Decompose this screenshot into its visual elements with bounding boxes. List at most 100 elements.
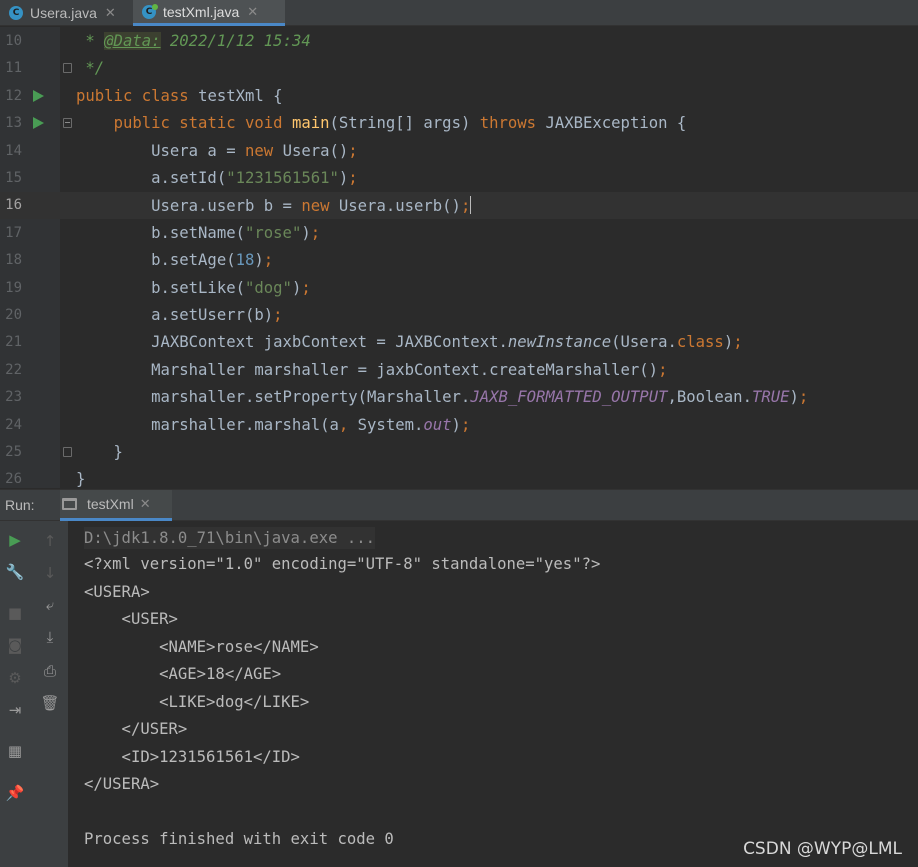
layout-icon[interactable]: ▦ — [5, 741, 25, 761]
console-output-line: </USERA> — [84, 775, 160, 793]
login-icon[interactable]: ⇥ — [5, 700, 25, 720]
settings-gear-icon[interactable]: ⚙ — [5, 668, 25, 688]
close-icon[interactable]: ✕ — [105, 5, 116, 21]
code-text: a.setId("1231561561"); — [76, 169, 358, 187]
console-output-line: </USER> — [84, 720, 188, 738]
code-line[interactable]: 10 * @Data: 2022/1/12 15:34 — [0, 28, 918, 55]
run-label: Run: — [5, 497, 35, 513]
trash-icon[interactable]: 🗑 — [40, 693, 60, 713]
tab-usera-java[interactable]: C Usera.java ✕ — [0, 0, 130, 26]
console-output-line: <USER> — [84, 610, 178, 628]
wrench-icon[interactable]: 🔧 — [5, 562, 25, 582]
code-line[interactable]: 25 } — [0, 439, 918, 466]
line-number: 25 — [5, 444, 22, 460]
code-line[interactable]: 14 Usera a = new Usera(); — [0, 138, 918, 165]
up-arrow-icon[interactable]: ↑ — [40, 531, 60, 551]
code-text: JAXBContext jaxbContext = JAXBContext.ne… — [76, 333, 743, 352]
run-tab-label: testXml — [87, 496, 134, 512]
code-text: public static void main(String[] args) t… — [113, 114, 687, 133]
camera-icon[interactable]: ◙ — [5, 635, 25, 655]
console-actions-toolbar: ↑ ↓ ⤶ ⤓ ⎙ 🗑 — [31, 521, 69, 867]
line-number: 24 — [5, 416, 22, 433]
line-number: 22 — [5, 361, 22, 378]
tab-label: testXml.java — [163, 3, 240, 20]
watermark: CSDN @WYP@LML — [743, 839, 902, 859]
line-number: 17 — [5, 224, 22, 241]
console-output-line: <AGE>18</AGE> — [84, 665, 282, 683]
close-icon[interactable]: ✕ — [140, 496, 151, 512]
console-output-line: <NAME>rose</NAME> — [84, 637, 319, 656]
close-icon[interactable]: ✕ — [247, 4, 258, 20]
line-number: 15 — [5, 170, 22, 186]
line-number: 10 — [5, 33, 22, 49]
code-line[interactable]: 22 Marshaller marshaller = jaxbContext.c… — [0, 357, 918, 384]
code-text: marshaller.marshal(a, System.out); — [76, 415, 471, 434]
tab-testxml-java[interactable]: C testXml.java ✕ — [133, 0, 285, 26]
code-line[interactable]: 17 b.setName("rose"); — [0, 220, 918, 247]
code-line[interactable]: 16 Usera.userb b = new Usera.userb(); — [0, 192, 918, 220]
run-gutter-icon[interactable] — [33, 89, 44, 102]
code-editor[interactable]: 10 * @Data: 2022/1/12 15:34 11 */12 public… — [0, 27, 918, 488]
rerun-icon[interactable]: ▶ — [5, 530, 25, 550]
line-number: 19 — [5, 279, 22, 296]
line-number: 13 — [5, 115, 22, 132]
code-line[interactable]: 18 b.setAge(18); — [0, 247, 918, 274]
console-output-line: <ID>1231561561</ID> — [84, 747, 300, 766]
text-caret — [470, 196, 472, 215]
code-line[interactable]: 12 public class testXml { — [0, 83, 918, 110]
line-number: 20 — [5, 307, 22, 323]
print-icon[interactable]: ⎙ — [40, 661, 60, 681]
console-output-line: <?xml version="1.0" encoding="UTF-8" sta… — [84, 555, 601, 573]
code-line[interactable]: 26} — [0, 466, 918, 488]
line-number: 11 — [5, 60, 22, 77]
tab-label: Usera.java — [30, 5, 97, 21]
code-text: a.setUserr(b); — [76, 306, 283, 324]
code-text: marshaller.setProperty(Marshaller.JAXB_F… — [76, 388, 809, 407]
line-number: 23 — [5, 389, 22, 406]
stop-icon[interactable]: ■ — [5, 603, 25, 623]
run-actions-toolbar: ▶ 🔧 ■ ◙ ⚙ ⇥ ▦ 📌 — [0, 521, 32, 867]
code-line[interactable]: 21 JAXBContext jaxbContext = JAXBContext… — [0, 329, 918, 356]
code-text: */ — [76, 59, 105, 78]
console-output-line: <LIKE>dog</LIKE> — [84, 692, 310, 711]
console-command-line[interactable]: D:\jdk1.8.0_71\bin\java.exe ... — [84, 527, 376, 549]
fold-marker-icon[interactable] — [63, 63, 72, 74]
code-text: * @Data: 2022/1/12 15:34 — [76, 32, 311, 50]
down-arrow-icon[interactable]: ↓ — [40, 563, 60, 583]
line-number: 12 — [5, 87, 22, 104]
code-line[interactable]: 23 marshaller.setProperty(Marshaller.JAX… — [0, 384, 918, 411]
line-number: 16 — [5, 197, 22, 214]
fold-marker-icon[interactable] — [63, 447, 72, 457]
run-gutter-icon[interactable] — [33, 117, 44, 130]
code-text: Usera.userb b = new Usera.userb(); — [76, 196, 472, 216]
scroll-to-end-icon[interactable]: ⤓ — [40, 627, 60, 647]
code-text: Usera a = new Usera(); — [76, 141, 358, 160]
code-line[interactable]: 24 marshaller.marshal(a, System.out); — [0, 412, 918, 439]
console-icon — [62, 498, 77, 510]
line-number: 18 — [5, 252, 22, 269]
java-runnable-class-icon: C — [142, 3, 158, 19]
run-console-output[interactable]: D:\jdk1.8.0_71\bin\java.exe ... <?xml ve… — [69, 521, 918, 867]
code-text: } — [76, 470, 86, 488]
code-line[interactable]: 20 a.setUserr(b); — [0, 302, 918, 329]
code-line[interactable]: 19 b.setLike("dog"); — [0, 275, 918, 302]
pin-icon[interactable]: 📌 — [5, 783, 25, 803]
java-class-icon: C — [9, 6, 23, 20]
code-line[interactable]: 13 public static void main(String[] args… — [0, 110, 918, 137]
fold-marker-icon[interactable] — [63, 118, 72, 129]
run-toolwindow-header: Run: testXml ✕ — [0, 489, 918, 521]
process-exit-message: Process finished with exit code 0 — [84, 830, 394, 848]
code-line[interactable]: 11 */ — [0, 55, 918, 82]
code-text: } — [76, 443, 123, 461]
soft-wrap-icon[interactable]: ⤶ — [40, 595, 60, 615]
code-text: b.setAge(18); — [76, 251, 274, 270]
line-number: 21 — [5, 334, 22, 351]
run-tab-testxml[interactable]: testXml ✕ — [60, 490, 172, 521]
code-text: public class testXml { — [76, 86, 283, 105]
code-text: Marshaller marshaller = jaxbContext.crea… — [76, 360, 668, 379]
line-number: 26 — [5, 471, 22, 488]
console-output-line: <USERA> — [84, 582, 150, 601]
code-text: b.setLike("dog"); — [76, 278, 311, 297]
code-text: b.setName("rose"); — [76, 223, 321, 242]
code-line[interactable]: 15 a.setId("1231561561"); — [0, 165, 918, 192]
